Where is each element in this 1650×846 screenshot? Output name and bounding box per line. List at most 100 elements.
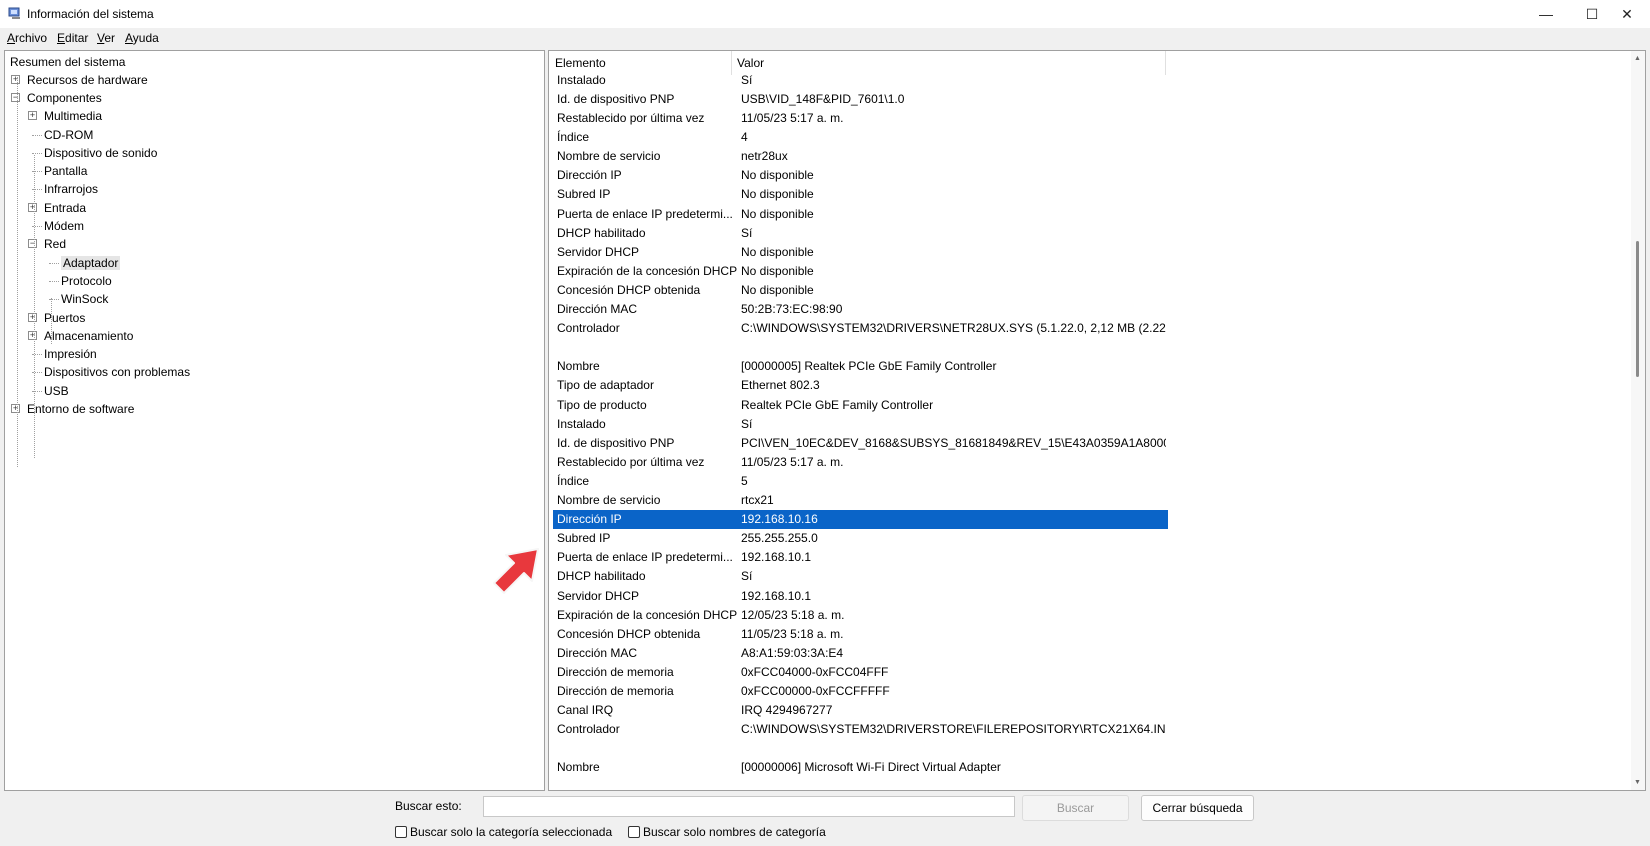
scroll-thumb[interactable] xyxy=(1636,241,1639,377)
list-cell-valor: No disponible xyxy=(741,282,814,297)
list-row[interactable]: Dirección de memoria 0xFCC00000-0xFCCFFFF… xyxy=(553,682,1168,701)
list-row[interactable]: Dirección MAC A8:A1:59:03:3A:E4 xyxy=(553,644,1168,663)
tree-item[interactable]: Recursos de hardware xyxy=(27,71,148,89)
tree-expand-toggle-icon[interactable]: + xyxy=(28,312,37,322)
list-row[interactable]: Nombre de servicio rtcx21 xyxy=(553,491,1168,510)
scroll-up-icon[interactable]: ▲ xyxy=(1634,55,1641,62)
tree-item[interactable]: Dispositivo de sonido xyxy=(44,144,157,162)
close-search-button[interactable]: Cerrar búsqueda xyxy=(1141,795,1254,821)
tree-item[interactable]: Componentes xyxy=(27,89,102,107)
tree-item[interactable]: Entrada xyxy=(44,199,86,217)
tree-item[interactable]: Dispositivos con problemas xyxy=(44,363,190,381)
tree-item[interactable]: Adaptador xyxy=(61,254,121,272)
list-row[interactable]: Expiración de la concesión DHCP No dispon… xyxy=(553,262,1168,281)
list-row[interactable]: Tipo de producto Realtek PCIe GbE Family … xyxy=(553,396,1168,415)
tree-item[interactable]: USB xyxy=(44,382,69,400)
list-cell-valor: No disponible xyxy=(741,263,814,278)
tree-item-label: WinSock xyxy=(61,292,109,307)
list-row[interactable] xyxy=(553,739,1168,758)
list-row[interactable]: Id. de dispositivo PNP USB\VID_148F&PID_7… xyxy=(553,90,1168,109)
list-row[interactable]: Controlador C:\WINDOWS\SYSTEM32\DRIVERS\N… xyxy=(553,319,1168,338)
list-row[interactable]: Restablecido por última vez 11/05/23 5:17… xyxy=(553,109,1168,128)
close-button[interactable]: ✕ xyxy=(1604,0,1650,28)
list-row[interactable]: Servidor DHCP No disponible xyxy=(553,243,1168,262)
list-cell-valor: PCI\VEN_10EC&DEV_8168&SUBSYS_81681849&RE… xyxy=(741,435,1166,450)
list-row[interactable]: Puerta de enlace IP predetermi... No disp… xyxy=(553,205,1168,224)
checkbox-category-names[interactable] xyxy=(628,826,640,838)
list-row[interactable]: Instalado Sí xyxy=(553,71,1168,90)
list-cell-elemento: DHCP habilitado xyxy=(557,225,646,240)
list-row[interactable]: Dirección IP No disponible xyxy=(553,166,1168,185)
tree-item-label: Dispositivos con problemas xyxy=(44,365,191,380)
list-row[interactable] xyxy=(553,338,1168,357)
tree-expand-toggle-icon[interactable]: − xyxy=(11,92,20,102)
tree-root[interactable]: Resumen del sistema xyxy=(10,53,125,71)
tree-item[interactable]: CD-ROM xyxy=(44,126,93,144)
list-row[interactable]: Concesión DHCP obtenida No disponible xyxy=(553,281,1168,300)
option-selected-category[interactable]: Buscar solo la categoría seleccionada xyxy=(395,825,612,839)
category-tree[interactable]: Resumen del sistema + Recursos de hardwar… xyxy=(4,50,545,791)
menu-editar[interactable]: Editar xyxy=(57,31,88,45)
list-row[interactable]: DHCP habilitado Sí xyxy=(553,567,1168,586)
column-header-valor[interactable]: Valor xyxy=(737,56,764,70)
scroll-down-icon[interactable]: ▼ xyxy=(1634,779,1641,786)
menu-bar: Archivo Editar Ver Ayuda xyxy=(0,28,1650,48)
minimize-button[interactable]: — xyxy=(1523,0,1569,28)
list-row[interactable]: Restablecido por última vez 11/05/23 5:17… xyxy=(553,453,1168,472)
tree-item-label: Adaptador xyxy=(61,255,121,270)
tree-item[interactable]: Módem xyxy=(44,217,84,235)
list-row[interactable]: Expiración de la concesión DHCP 12/05/23 … xyxy=(553,606,1168,625)
list-row[interactable]: DHCP habilitado Sí xyxy=(553,224,1168,243)
list-row[interactable]: Subred IP 255.255.255.0 xyxy=(553,529,1168,548)
tree-item[interactable]: Multimedia xyxy=(44,107,102,125)
list-row[interactable]: Índice 4 xyxy=(553,128,1168,147)
window-title: Información del sistema xyxy=(27,7,154,21)
vertical-scrollbar[interactable]: ▲ ▼ xyxy=(1631,51,1645,790)
list-row[interactable]: Dirección MAC 50:2B:73:EC:98:90 xyxy=(553,300,1168,319)
list-row[interactable]: Nombre de servicio netr28ux xyxy=(553,147,1168,166)
tree-expand-toggle-icon[interactable]: − xyxy=(28,239,37,249)
tree-item[interactable]: Pantalla xyxy=(44,162,87,180)
tree-item[interactable]: Impresión xyxy=(44,345,97,363)
list-cell-elemento: Restablecido por última vez xyxy=(557,454,705,469)
tree-item[interactable]: WinSock xyxy=(61,290,108,308)
list-row-selected[interactable]: Dirección IP 192.168.10.16 xyxy=(553,510,1168,530)
tree-expand-toggle-icon[interactable]: + xyxy=(28,111,37,121)
search-input[interactable] xyxy=(483,796,1015,817)
list-row[interactable]: Subred IP No disponible xyxy=(553,185,1168,204)
checkbox-selected-category[interactable] xyxy=(395,826,407,838)
tree-item[interactable]: Infrarrojos xyxy=(44,180,98,198)
list-row[interactable]: Puerta de enlace IP predetermi... 192.168… xyxy=(553,548,1168,567)
list-row[interactable]: Instalado Sí xyxy=(553,415,1168,434)
list-row[interactable]: Nombre [00000006] Microsoft Wi-Fi Direct … xyxy=(553,758,1168,777)
tree-expand-toggle-icon[interactable]: + xyxy=(28,330,37,340)
tree-connector-line xyxy=(34,155,35,458)
list-cell-elemento: Dirección IP xyxy=(557,512,622,527)
option-category-names[interactable]: Buscar solo nombres de categoría xyxy=(628,825,826,839)
list-row[interactable]: Nombre [00000005] Realtek PCIe GbE Family… xyxy=(553,357,1168,376)
tree-item[interactable]: Almacenamiento xyxy=(44,327,133,345)
column-header-elemento[interactable]: Elemento xyxy=(555,56,606,70)
list-row[interactable]: Id. de dispositivo PNP PCI\VEN_10EC&DEV_8… xyxy=(553,434,1168,453)
list-row[interactable]: Índice 5 xyxy=(553,472,1168,491)
tree-expand-toggle-icon[interactable]: + xyxy=(11,404,20,413)
details-list[interactable]: Elemento Valor ▲ ▼ Instalado Sí Id. de dis… xyxy=(548,50,1646,791)
list-row[interactable]: Dirección de memoria 0xFCC04000-0xFCC04FF… xyxy=(553,663,1168,682)
list-row[interactable]: Concesión DHCP obtenida 11/05/23 5:18 a. … xyxy=(553,625,1168,644)
tree-item-label: Infrarrojos xyxy=(44,182,99,197)
tree-item[interactable]: Protocolo xyxy=(61,272,112,290)
tree-expand-toggle-icon[interactable]: + xyxy=(11,74,20,84)
list-cell-valor: 11/05/23 5:17 a. m. xyxy=(741,111,844,125)
find-button[interactable]: Buscar xyxy=(1022,795,1129,821)
menu-ver[interactable]: Ver xyxy=(97,31,115,45)
list-row[interactable]: Canal IRQ IRQ 4294967277 xyxy=(553,701,1168,720)
menu-ayuda[interactable]: Ayuda xyxy=(125,31,159,45)
list-row[interactable]: Servidor DHCP 192.168.10.1 xyxy=(553,587,1168,606)
tree-expand-toggle-icon[interactable]: + xyxy=(28,202,37,212)
tree-item[interactable]: Red xyxy=(44,235,66,253)
list-cell-elemento: Nombre xyxy=(557,760,600,775)
tree-item[interactable]: Entorno de software xyxy=(27,400,134,418)
list-row[interactable]: Controlador C:\WINDOWS\SYSTEM32\DRIVERSTO… xyxy=(553,720,1168,739)
list-row[interactable]: Tipo de adaptador Ethernet 802.3 xyxy=(553,376,1168,395)
menu-archivo[interactable]: Archivo xyxy=(7,31,47,45)
